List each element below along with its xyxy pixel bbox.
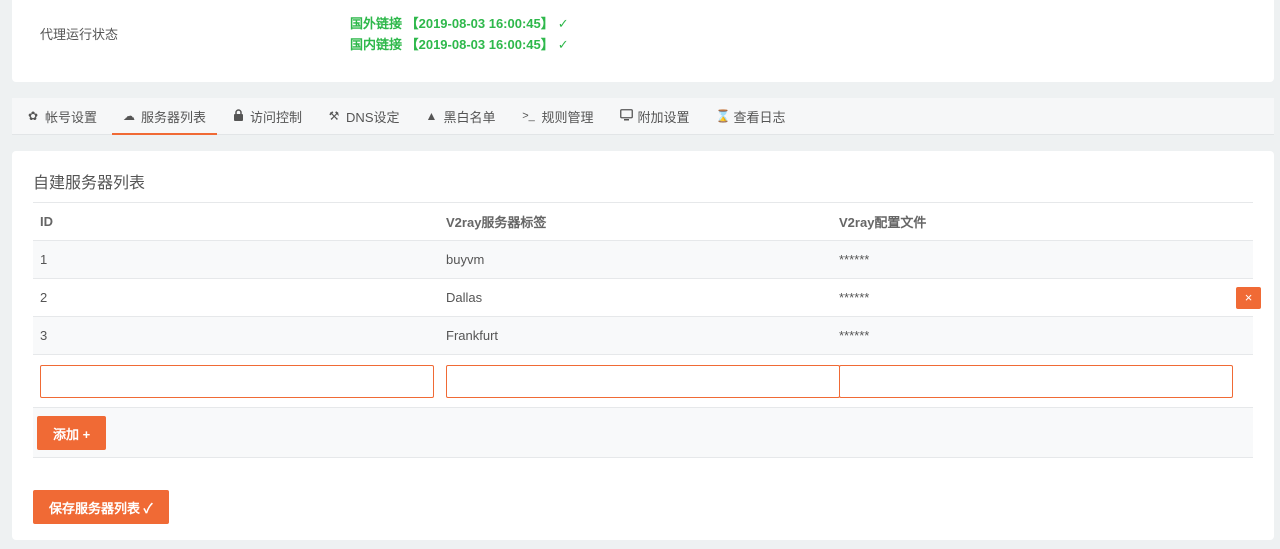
tab-account[interactable]: ✿ 帐号设置 [16, 98, 108, 134]
new-id-input[interactable] [40, 364, 434, 398]
row-config: ****** [839, 290, 870, 305]
status-lines: 国外链接 【2019-08-03 16:00:45】 ✓ 国内链接 【2019-… [350, 13, 569, 55]
server-table: ID V2ray服务器标签 V2ray配置文件 1 buyvm ****** 2… [33, 202, 1261, 458]
tab-server-list[interactable]: ☁ 服务器列表 [112, 98, 218, 135]
server-list-card: 自建服务器列表 ID V2ray服务器标签 V2ray配置文件 1 buyvm … [12, 151, 1274, 540]
column-header-tag: V2ray服务器标签 [446, 215, 547, 230]
new-server-input-row [33, 355, 1253, 408]
tab-blackwhite-list[interactable]: ▲ 黑白名单 [415, 98, 507, 134]
save-server-list-button[interactable]: 保存服务器列表 ✓ [33, 490, 169, 524]
row-id: 1 [40, 252, 48, 267]
tab-label: 查看日志 [733, 109, 786, 125]
status-line-text: 国内链接 【2019-08-03 16:00:45】 [350, 37, 554, 52]
tab-extra-settings[interactable]: 附加设置 [609, 98, 701, 134]
add-server-button[interactable]: 添加 + [37, 416, 107, 450]
input-cell-id [33, 364, 439, 398]
status-line-text: 国外链接 【2019-08-03 16:00:45】 [350, 16, 554, 31]
row-tag: buyvm [446, 252, 485, 267]
delete-row-button[interactable]: × [1236, 286, 1261, 309]
add-row: 添加 + [33, 408, 1253, 458]
tab-label: DNS设定 [346, 109, 400, 125]
column-header-id: ID [40, 214, 53, 229]
tab-label: 黑白名单 [443, 109, 496, 125]
tab-view-logs[interactable]: ⌛ 查看日志 [705, 98, 797, 134]
cloud-icon: ☁ [123, 109, 136, 123]
table-row: 1 buyvm ****** [33, 241, 1253, 279]
warning-icon: ▲ [425, 109, 438, 123]
column-header-config: V2ray配置文件 [839, 215, 927, 230]
table-header: ID V2ray服务器标签 V2ray配置文件 [33, 203, 1253, 241]
new-tag-input[interactable] [446, 364, 840, 398]
row-config: ****** [839, 328, 870, 343]
tab-rules[interactable]: >_ 规则管理 [511, 98, 605, 134]
status-line-foreign: 国外链接 【2019-08-03 16:00:45】 ✓ [350, 13, 569, 34]
status-card: 代理运行状态 国外链接 【2019-08-03 16:00:45】 ✓ 国内链接… [12, 0, 1274, 82]
settings-tabs: ✿ 帐号设置 ☁ 服务器列表 访问控制 ⚒ DNS设定 ▲ 黑白名单 >_ 规则… [12, 98, 1274, 135]
tab-dns[interactable]: ⚒ DNS设定 [317, 98, 410, 134]
status-label: 代理运行状态 [40, 27, 119, 42]
tab-label: 附加设置 [637, 109, 690, 125]
tools-icon: ⚒ [328, 109, 340, 123]
terminal-icon: >_ [522, 110, 535, 122]
tab-label: 规则管理 [541, 109, 594, 125]
input-cell-tag [439, 364, 840, 398]
row-tag: Frankfurt [446, 328, 499, 343]
check-icon: ✓ [557, 16, 569, 31]
section-title: 自建服务器列表 [33, 175, 146, 192]
tab-access-control[interactable]: 访问控制 [221, 98, 313, 134]
row-id: 3 [40, 328, 48, 343]
table-row: 2 Dallas ****** × [33, 279, 1261, 317]
new-config-input[interactable] [839, 364, 1233, 398]
gear-icon: ✿ [27, 109, 39, 123]
row-id: 2 [40, 290, 48, 305]
table-row: 3 Frankfurt ****** [33, 317, 1253, 355]
tab-label: 帐号设置 [45, 109, 98, 125]
hourglass-icon: ⌛ [715, 109, 731, 123]
tab-label: 服务器列表 [141, 109, 207, 125]
close-icon: × [1244, 290, 1253, 305]
monitor-icon [619, 108, 633, 124]
status-line-domestic: 国内链接 【2019-08-03 16:00:45】 ✓ [350, 34, 569, 55]
input-cell-config [832, 364, 1233, 398]
row-config: ****** [839, 252, 870, 267]
lock-icon [232, 108, 244, 124]
tab-label: 访问控制 [250, 109, 303, 125]
check-icon: ✓ [557, 37, 569, 52]
row-tag: Dallas [446, 290, 483, 305]
